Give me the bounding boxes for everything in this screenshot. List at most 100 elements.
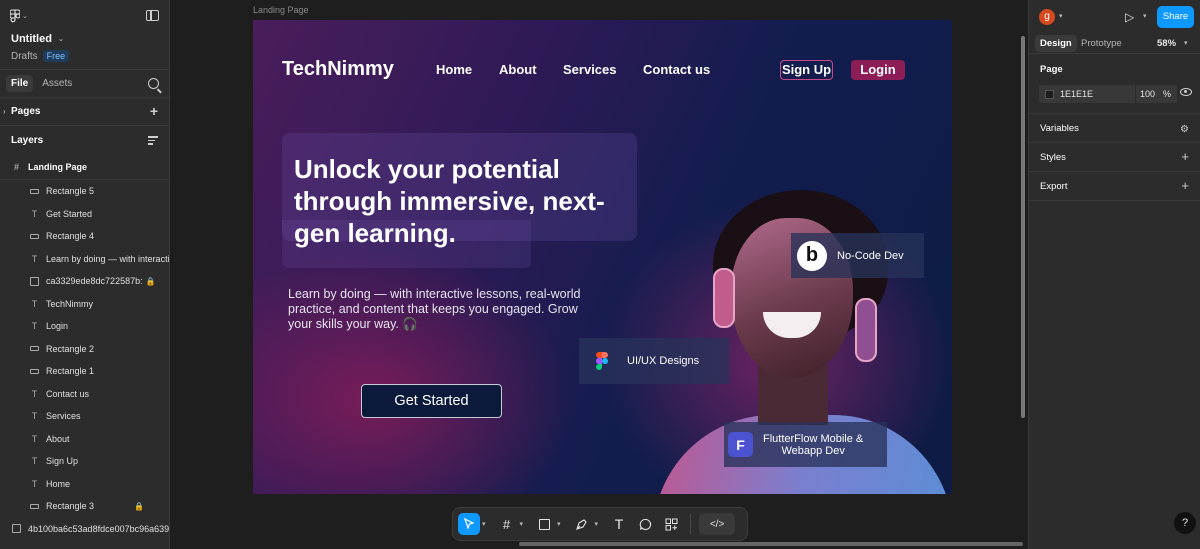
panel-toggle-icon[interactable]	[146, 10, 159, 21]
help-icon[interactable]: ?	[1174, 512, 1196, 534]
layer-rect[interactable]: Rectangle 1	[0, 360, 169, 383]
tab-file[interactable]: File	[6, 75, 34, 92]
layer-text[interactable]: T TechNimmy	[0, 293, 169, 316]
main-menu-button[interactable]: ⌄	[10, 9, 28, 23]
vertical-scrollbar[interactable]	[1021, 36, 1025, 418]
chevron-down-icon[interactable]: ▾	[595, 520, 599, 528]
search-icon[interactable]	[148, 78, 159, 89]
pages-section[interactable]: › Pages +	[0, 98, 169, 126]
layer-frame-landing-page[interactable]: # Landing Page	[0, 154, 169, 180]
layer-name: 4b100ba6c53ad8fdce007bc96a6397c	[28, 523, 169, 534]
file-header: ⌄ Untitled ⌄ Drafts Free	[0, 0, 169, 70]
zoom-level[interactable]: 58%	[1157, 38, 1176, 49]
text-tool-button[interactable]: T	[608, 513, 630, 535]
layer-text[interactable]: T Sign Up	[0, 450, 169, 473]
nav-contact[interactable]: Contact us	[643, 62, 710, 77]
move-tool-button[interactable]	[458, 513, 480, 535]
layer-text[interactable]: T Services	[0, 405, 169, 428]
add-style-icon[interactable]: +	[1181, 150, 1189, 163]
chevron-down-icon[interactable]: ▾	[1143, 12, 1147, 20]
plan-badge[interactable]: Free	[42, 50, 70, 62]
comment-tool-button[interactable]	[634, 513, 656, 535]
lock-icon[interactable]: 🔒	[146, 277, 156, 286]
canvas[interactable]: Landing Page TechNimmy Home About Servic…	[170, 0, 1028, 549]
layer-rect[interactable]: Rectangle 5	[0, 180, 169, 203]
headphone-icon	[855, 298, 877, 362]
pen-tool-button[interactable]	[571, 513, 593, 535]
add-page-icon[interactable]: +	[150, 104, 158, 118]
nav-services[interactable]: Services	[563, 62, 617, 77]
share-button[interactable]: Share	[1157, 6, 1194, 28]
user-avatar[interactable]: g	[1039, 9, 1055, 25]
frame-tool-button[interactable]: #	[496, 513, 518, 535]
layers-header: Layers	[0, 126, 169, 154]
actions-tool-button[interactable]	[660, 513, 682, 535]
styles-section[interactable]: Styles +	[1029, 143, 1200, 172]
layer-rect[interactable]: Rectangle 2	[0, 338, 169, 361]
variables-section[interactable]: Variables ⚙	[1029, 114, 1200, 143]
text-icon: T	[31, 321, 38, 332]
rectangle-icon	[30, 368, 39, 374]
get-started-button[interactable]: Get Started	[361, 384, 502, 418]
layer-image[interactable]: ca3329ede8dc722587b: 🔒	[0, 270, 169, 293]
landing-page-frame[interactable]: TechNimmy Home About Services Contact us…	[253, 20, 952, 494]
tab-prototype[interactable]: Prototype	[1076, 35, 1127, 52]
shape-tool-button[interactable]	[533, 513, 555, 535]
layer-rect[interactable]: Rectangle 4	[0, 225, 169, 248]
add-export-icon[interactable]: +	[1181, 179, 1189, 192]
chevron-down-icon[interactable]: ▾	[557, 520, 561, 528]
rectangle-icon	[30, 503, 39, 509]
variables-settings-icon[interactable]: ⚙	[1180, 123, 1189, 136]
dev-mode-toggle[interactable]: </>	[699, 513, 736, 535]
layer-text[interactable]: T Login	[0, 315, 169, 338]
present-play-icon[interactable]: ▷	[1125, 10, 1134, 24]
chevron-down-icon[interactable]: ▾	[1184, 39, 1188, 47]
nav-about[interactable]: About	[499, 62, 537, 77]
chevron-down-icon[interactable]: ▾	[1059, 12, 1063, 20]
bubble-logo-icon: b	[797, 240, 827, 271]
signup-button[interactable]: Sign Up	[780, 60, 833, 80]
layer-name: Learn by doing — with interactive	[46, 253, 169, 264]
sort-layers-icon[interactable]	[148, 136, 158, 147]
badge-label: UI/UX Designs	[627, 355, 700, 367]
cursor-arrow-icon	[464, 518, 475, 530]
color-swatch[interactable]	[1045, 89, 1054, 99]
layer-image-bottom[interactable]: 4b100ba6c53ad8fdce007bc96a6397c	[0, 518, 169, 541]
hero-subtitle[interactable]: Learn by doing — with interactive lesson…	[288, 287, 598, 332]
frame-label[interactable]: Landing Page	[253, 5, 309, 15]
login-button[interactable]: Login	[851, 60, 905, 80]
layer-name: Rectangle 3	[46, 501, 95, 512]
page-opacity-value[interactable]: 100	[1140, 89, 1155, 99]
tab-design[interactable]: Design	[1035, 35, 1077, 52]
badge-nocode[interactable]: b No-Code Dev	[791, 233, 924, 278]
export-title: Export	[1040, 181, 1068, 192]
nav-home[interactable]: Home	[436, 62, 472, 77]
lock-icon[interactable]: 🔒	[134, 502, 144, 511]
page-color-value[interactable]: 1E1E1E	[1060, 89, 1093, 99]
text-icon: T	[614, 516, 624, 532]
export-section[interactable]: Export +	[1029, 172, 1200, 201]
file-location[interactable]: Drafts	[11, 51, 38, 62]
eye-visibility-icon[interactable]	[1180, 88, 1192, 96]
layer-text[interactable]: T Contact us	[0, 383, 169, 406]
file-title[interactable]: Untitled ⌄	[11, 33, 64, 45]
comment-icon	[639, 518, 651, 530]
layer-text[interactable]: T About	[0, 428, 169, 451]
chevron-down-icon[interactable]: ▾	[520, 520, 524, 528]
layer-text[interactable]: T Learn by doing — with interactive	[0, 248, 169, 271]
layer-text[interactable]: T Home	[0, 473, 169, 496]
badge-flutterflow[interactable]: F FlutterFlow Mobile & Webapp Dev	[724, 422, 887, 467]
page-opacity-field[interactable]: 100 %	[1135, 85, 1177, 103]
hero-title[interactable]: Unlock your potential through immersive,…	[294, 153, 634, 249]
brand-logo[interactable]: TechNimmy	[282, 58, 394, 81]
tab-assets[interactable]: Assets	[37, 75, 77, 92]
layer-name: Home	[46, 478, 71, 489]
chevron-down-icon[interactable]: ▾	[482, 520, 486, 528]
layer-rect[interactable]: Rectangle 3 🔒	[0, 495, 169, 518]
badge-label-line1: FlutterFlow Mobile &	[763, 432, 864, 445]
layer-name: ca3329ede8dc722587b:	[46, 276, 143, 287]
badge-uiux[interactable]: UI/UX Designs	[579, 338, 729, 384]
layer-text[interactable]: T Get Started	[0, 203, 169, 226]
components-icon	[665, 518, 678, 530]
horizontal-scrollbar[interactable]	[519, 542, 1023, 546]
